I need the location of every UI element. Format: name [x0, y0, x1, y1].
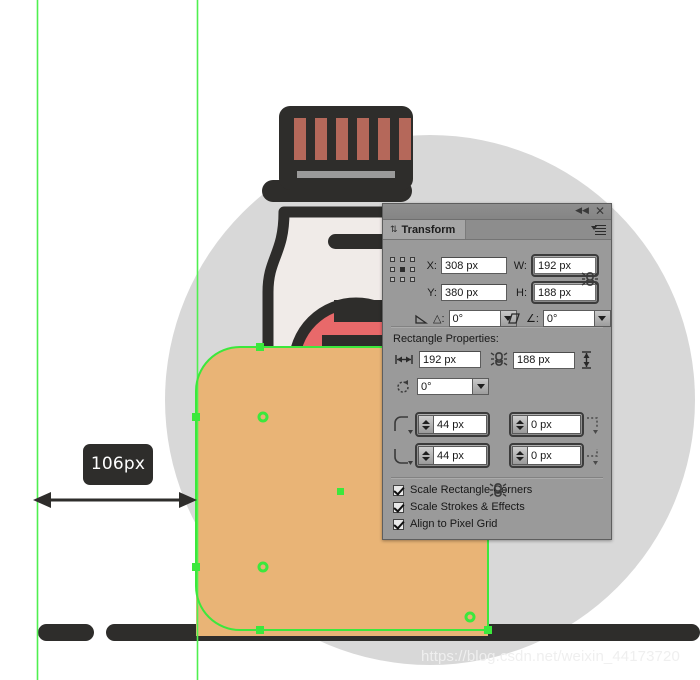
corner-top-left-round-icon[interactable] — [393, 415, 413, 435]
checkbox-align-to-pixel-grid[interactable]: Align to Pixel Grid — [393, 518, 611, 530]
rect-height-row — [513, 351, 592, 369]
corner-top-right-radius-stepper[interactable] — [509, 412, 584, 437]
checkbox-scale-strokes-effects-box[interactable] — [393, 501, 404, 513]
rect-rotation-row — [395, 378, 489, 395]
rectangle-properties-title: Rectangle Properties: — [393, 333, 499, 345]
corner-row-top-left — [383, 411, 611, 442]
measurement-arrow — [33, 492, 197, 508]
rect-rotation-input[interactable] — [418, 379, 472, 394]
checkbox-align-to-pixel-grid-label: Align to Pixel Grid — [410, 518, 498, 530]
x-field-label: X: — [426, 259, 437, 272]
corner-top-left-spinner-icon[interactable] — [419, 416, 434, 433]
bottle-cap-band — [297, 171, 395, 178]
tab-transform[interactable]: ⇅ Transform — [383, 220, 467, 239]
corner-type-top-right-icon[interactable] — [585, 415, 605, 435]
tab-updown-arrows-icon: ⇅ — [390, 224, 398, 234]
close-icon[interactable]: ✕ — [593, 205, 607, 218]
tab-transform-label: Transform — [401, 223, 456, 236]
shear-angle-combo[interactable] — [542, 310, 611, 327]
rotate-angle-icon — [415, 312, 428, 325]
shear-angle-dropdown-icon[interactable] — [593, 311, 610, 326]
bottle-label-mark-1 — [334, 300, 382, 322]
x-field-row: X: — [421, 257, 507, 274]
double-chevron-left-icon[interactable]: ◀◀ — [575, 205, 589, 218]
y-field-label: Y: — [427, 286, 437, 299]
corner-bottom-right-radius-stepper[interactable] — [509, 443, 584, 468]
corner-bottom-right-spinner-icon[interactable] — [513, 447, 528, 464]
measurement-label: 106px — [83, 444, 153, 485]
center-point — [337, 488, 344, 495]
constrain-corners-broken-link-icon[interactable] — [487, 479, 509, 501]
checkbox-scale-strokes-effects-label: Scale Strokes & Effects — [410, 501, 525, 513]
shear-angle-label: ∠: — [526, 313, 539, 325]
checkbox-align-to-pixel-grid-box[interactable] — [393, 518, 404, 530]
panel-titlebar: ◀◀ ✕ — [383, 204, 611, 220]
x-input[interactable] — [441, 257, 507, 274]
panel-tabstrip: ⇅ Transform — [383, 220, 611, 240]
watermark-text: https://blog.csdn.net/weixin_44173720 — [421, 648, 680, 665]
corner-top-right-spinner-icon[interactable] — [513, 416, 528, 433]
h-field-label: H: — [516, 286, 527, 299]
constrain-proportions-broken-link-icon[interactable] — [579, 268, 601, 290]
rect-width-row — [395, 351, 481, 368]
panel-body: X: W: Y: H: — [383, 240, 611, 530]
corner-bottom-left-spinner-icon[interactable] — [419, 447, 434, 464]
rect-height-input[interactable] — [513, 351, 575, 369]
checkbox-scale-rectangle-corners-box[interactable] — [393, 484, 404, 496]
corner-top-left-radius-stepper[interactable] — [415, 412, 490, 437]
rotation-icon — [395, 379, 411, 395]
transform-panel[interactable]: ◀◀ ✕ ⇅ Transform X: 308 px W: 192 px Y: … — [382, 203, 612, 540]
checkbox-scale-strokes-effects[interactable]: Scale Strokes & Effects — [393, 501, 611, 513]
shear-angle-row: ∠: — [508, 310, 611, 327]
rect-constrain-proportions-broken-link-icon[interactable] — [488, 348, 510, 370]
checkbox-scale-rectangle-corners-label: Scale Rectangle Corners — [410, 484, 533, 496]
corner-bottom-left-radius-stepper[interactable] — [415, 443, 490, 468]
ground-bar-left — [38, 624, 94, 641]
y-input[interactable] — [441, 284, 507, 301]
corner-top-left-radius-input[interactable] — [434, 416, 486, 433]
rect-width-input[interactable] — [419, 351, 481, 368]
rotate-angle-row: △: — [415, 310, 517, 327]
corner-bottom-left-radius-input[interactable] — [434, 447, 486, 464]
panel-menu-icon[interactable] — [591, 223, 607, 235]
corner-top-right-radius-input[interactable] — [528, 416, 580, 433]
shear-angle-icon — [508, 312, 521, 325]
rect-rotation-dropdown-icon[interactable] — [472, 379, 488, 394]
corner-row-bottom-left — [383, 442, 611, 475]
y-field-row: Y: — [421, 284, 507, 301]
corner-bottom-left-round-icon[interactable] — [393, 446, 413, 466]
shear-angle-input[interactable] — [543, 311, 594, 326]
width-arrows-icon — [395, 354, 413, 365]
rotate-angle-combo[interactable] — [448, 310, 517, 327]
corner-bottom-right-radius-input[interactable] — [528, 447, 580, 464]
reference-point-grid-icon[interactable] — [390, 257, 416, 283]
rect-rotation-combo[interactable] — [417, 378, 489, 395]
transform-section: X: W: Y: H: — [383, 246, 611, 327]
rotate-angle-label: △: — [433, 313, 445, 325]
rectangle-properties-section — [383, 351, 611, 411]
height-arrows-icon — [581, 351, 592, 369]
w-field-label: W: — [513, 259, 527, 272]
corner-type-bottom-right-icon[interactable] — [585, 446, 605, 466]
rotate-angle-input[interactable] — [449, 311, 500, 326]
